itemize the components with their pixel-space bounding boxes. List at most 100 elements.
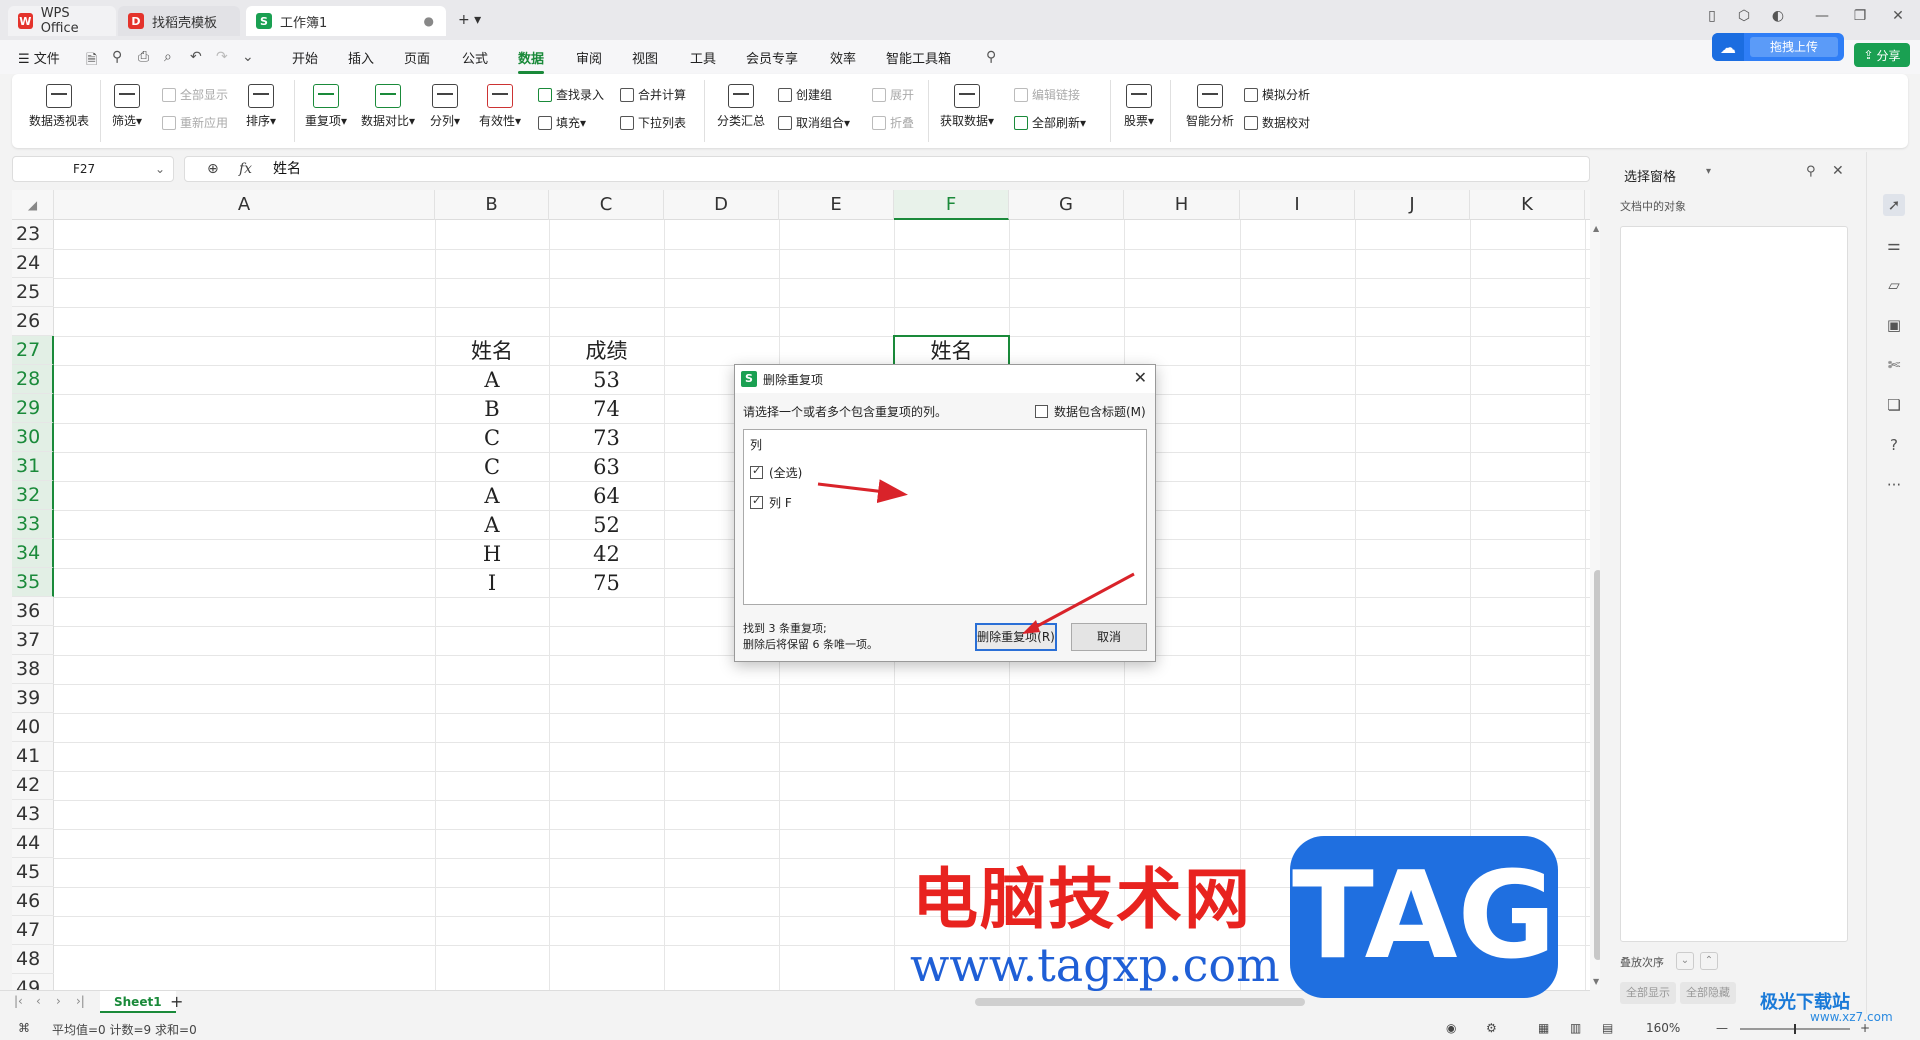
normal-view-icon[interactable]: ▦ [1538, 1021, 1549, 1035]
refresh-all-button[interactable]: 全部刷新 ▾ [1014, 114, 1086, 131]
subtotal-button[interactable]: 分类汇总 [710, 84, 772, 129]
close-window-icon[interactable]: ✕ [1884, 8, 1912, 24]
cell-b27[interactable]: 姓名 [435, 336, 549, 365]
column-header-e[interactable]: E [779, 190, 894, 220]
cell-name[interactable]: H [435, 539, 549, 568]
tab-docer-templates[interactable]: D 找稻壳模板 [118, 6, 240, 36]
filter-button[interactable]: 筛选▾ [104, 84, 150, 129]
menu-efficiency[interactable]: 效率 [830, 48, 856, 67]
column-header-k[interactable]: K [1470, 190, 1585, 220]
cell-name[interactable]: C [435, 423, 549, 452]
row-header[interactable]: 29 [12, 394, 54, 423]
row-header[interactable]: 45 [12, 858, 54, 887]
macro-icon[interactable]: ⌘ [18, 1021, 30, 1035]
split-column-button[interactable]: 分列▾ [422, 84, 468, 129]
redo-icon[interactable]: ↷ [216, 49, 228, 65]
cell-score[interactable]: 73 [549, 423, 664, 452]
row-header[interactable]: 26 [12, 307, 54, 336]
save-icon[interactable]: 🗎 [86, 49, 97, 73]
show-all-button[interactable]: 全部显示 [162, 86, 228, 103]
checked-checkbox-icon[interactable] [750, 494, 763, 509]
cell-name[interactable]: A [435, 481, 549, 510]
pivot-table-button[interactable]: 数据透视表 [26, 84, 92, 129]
row-header[interactable]: 34 [12, 539, 54, 568]
row-header[interactable]: 27 [12, 336, 54, 365]
column-f-item[interactable]: 列 F [750, 494, 792, 511]
prev-sheet-icon[interactable]: ‹ [36, 994, 41, 1008]
fill-button[interactable]: 填充 ▾ [538, 114, 586, 131]
close-icon[interactable]: ✕ [1134, 368, 1147, 387]
row-header[interactable]: 25 [12, 278, 54, 307]
hide-all-objects-button[interactable]: 全部隐藏 [1680, 982, 1736, 1004]
column-header-h[interactable]: H [1124, 190, 1240, 220]
close-pane-icon[interactable]: ✕ [1832, 163, 1844, 179]
horizontal-scroll-thumb[interactable] [975, 998, 1305, 1006]
book-icon[interactable]: ❏ [1883, 394, 1905, 416]
dropdown-list-button[interactable]: 下拉列表 [620, 114, 686, 131]
link-icon[interactable]: ⚲ [112, 49, 122, 65]
menu-data[interactable]: 数据 [518, 48, 545, 74]
zoom-level[interactable]: 160% [1646, 1021, 1680, 1035]
search-icon[interactable]: ⚲ [986, 49, 996, 65]
row-header[interactable]: 44 [12, 829, 54, 858]
row-header[interactable]: 24 [12, 249, 54, 278]
page-break-icon[interactable]: ▤ [1602, 1021, 1613, 1035]
column-header-d[interactable]: D [664, 190, 779, 220]
cell-score[interactable]: 53 [549, 365, 664, 394]
has-header-checkbox[interactable]: 数据包含标题(M) [1035, 403, 1146, 420]
cell-name[interactable]: C [435, 452, 549, 481]
row-header[interactable]: 23 [12, 220, 54, 249]
row-header[interactable]: 35 [12, 568, 54, 597]
sort-button[interactable]: 排序▾ [238, 84, 284, 129]
column-header-i[interactable]: I [1240, 190, 1355, 220]
row-header[interactable]: 40 [12, 713, 54, 742]
tab-close-dot-icon[interactable]: ● [424, 14, 434, 28]
stocks-button[interactable]: 股票▾ [1114, 84, 1164, 129]
cell-name[interactable]: A [435, 365, 549, 394]
comment-icon[interactable]: ▱ [1883, 274, 1905, 296]
menu-member[interactable]: 会员专享 [746, 48, 798, 67]
collapse-button[interactable]: 折叠 [872, 114, 914, 131]
tab-workbook1[interactable]: S 工作簿1 ● [246, 6, 446, 36]
lookup-entry-button[interactable]: 查找录入 [538, 86, 604, 103]
cell-score[interactable]: 64 [549, 481, 664, 510]
row-header[interactable]: 39 [12, 684, 54, 713]
scroll-up-icon[interactable]: ▲ [1593, 224, 1599, 233]
column-header-g[interactable]: G [1009, 190, 1124, 220]
ungroup-button[interactable]: 取消组合 ▾ [778, 114, 850, 131]
row-header[interactable]: 36 [12, 597, 54, 626]
next-sheet-icon[interactable]: › [56, 994, 61, 1008]
row-header[interactable]: 30 [12, 423, 54, 452]
row-header[interactable]: 33 [12, 510, 54, 539]
tab-wps-office[interactable]: W WPS Office [8, 6, 116, 36]
undo-icon[interactable]: ↶ [190, 49, 202, 65]
row-header[interactable]: 48 [12, 945, 54, 974]
column-header-f[interactable]: F [894, 190, 1009, 220]
zoom-out-icon[interactable]: — [1716, 1021, 1728, 1035]
row-header[interactable]: 32 [12, 481, 54, 510]
name-box[interactable]: F27 ⌄ [12, 156, 174, 182]
cell-name[interactable]: I [435, 568, 549, 597]
page-layout-icon[interactable]: ▥ [1570, 1021, 1581, 1035]
validity-button[interactable]: 有效性▾ [472, 84, 528, 129]
get-data-button[interactable]: 获取数据▾ [934, 84, 1000, 129]
help-icon[interactable]: ? [1883, 434, 1905, 456]
file-menu[interactable]: ☰ 文件 [18, 48, 60, 67]
row-header[interactable]: 43 [12, 800, 54, 829]
row-header[interactable]: 47 [12, 916, 54, 945]
smart-analysis-button[interactable]: 智能分析 [1178, 84, 1242, 129]
cell-name[interactable]: B [435, 394, 549, 423]
menu-formula[interactable]: 公式 [462, 48, 488, 67]
menu-tools[interactable]: 工具 [690, 48, 716, 67]
menu-view[interactable]: 视图 [632, 48, 658, 67]
checked-checkbox-icon[interactable] [750, 464, 763, 479]
data-verify-button[interactable]: 数据校对 [1244, 114, 1310, 131]
formula-bar[interactable]: ⊕ fx 姓名 [184, 156, 1590, 182]
more-icon[interactable]: ··· [1883, 474, 1905, 496]
eye-protect-icon[interactable]: ◉ [1446, 1021, 1456, 1035]
sheet-tab-sheet1[interactable]: Sheet1 [100, 991, 176, 1013]
pin-icon[interactable]: ⚲ [1806, 164, 1816, 179]
order-up-icon[interactable]: ⌃ [1700, 952, 1718, 970]
select-all-item[interactable]: (全选) [750, 464, 802, 481]
share-button[interactable]: ⇪ 分享 [1854, 43, 1910, 67]
